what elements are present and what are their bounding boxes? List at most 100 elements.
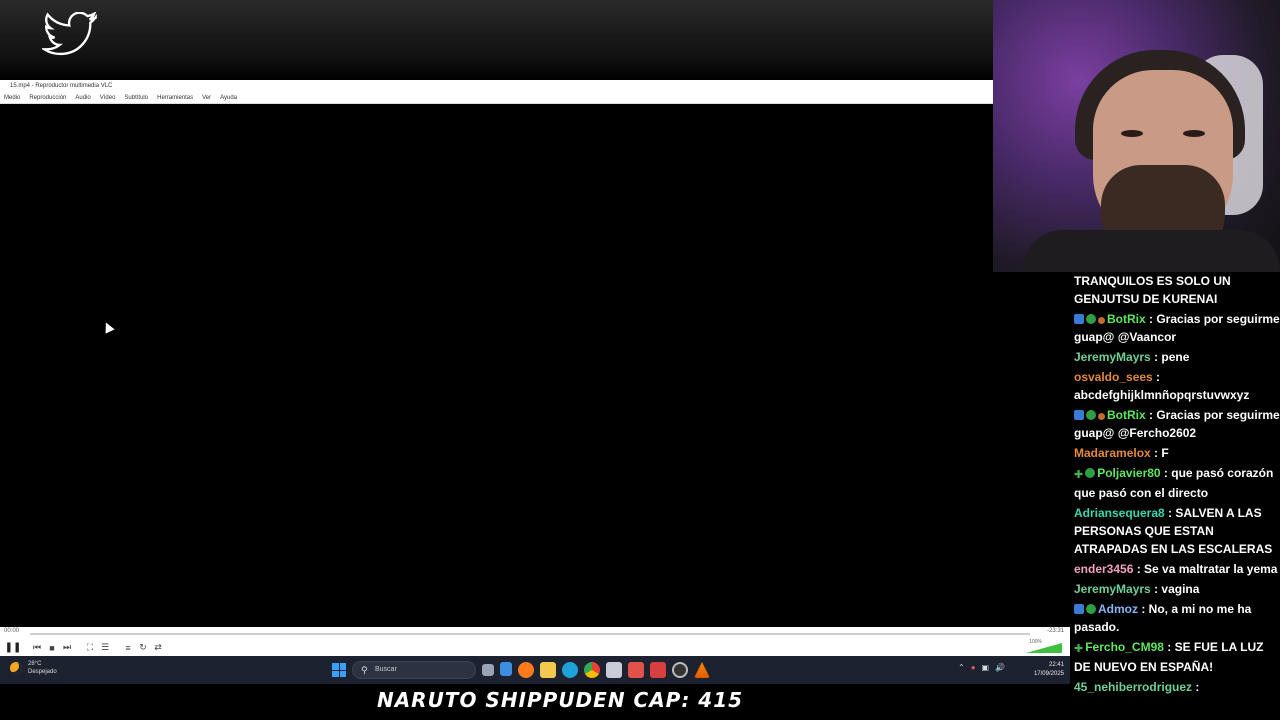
- chat-badge-icon: [1074, 604, 1084, 614]
- chat-message: BotRix : Gracias por seguirme guap@ @Vaa…: [1074, 312, 1280, 344]
- chat-message: ✚ Poljavier80 : que pasó corazón que pasó…: [1074, 466, 1274, 500]
- chat-badge-icon: [1086, 410, 1096, 420]
- pause-button[interactable]: ❚❚: [5, 642, 22, 654]
- firefox-icon[interactable]: [518, 662, 534, 678]
- time-remaining: -23:31: [1046, 628, 1064, 634]
- chat-message: TRANQUILOS ES SOLO UN GENJUTSU DE KURENA…: [1074, 272, 1280, 308]
- chat-text: pene: [1161, 350, 1190, 364]
- chat-badge-icon: [1086, 314, 1096, 324]
- weather-widget[interactable]: 28°C Despejado: [10, 660, 57, 676]
- plus-badge-icon: ✚: [1074, 643, 1084, 655]
- tray-chevron-icon[interactable]: ⌃: [958, 663, 965, 672]
- chat-badge-icon: [1074, 314, 1084, 324]
- chat-badge-icon: [1086, 604, 1096, 614]
- chat-username[interactable]: JeremyMayrs: [1074, 350, 1151, 364]
- windows-taskbar: 28°C Despejado ⚲ Buscar ⌃ ● ▣ 🔊 22:41 17…: [0, 656, 1070, 684]
- volume-slider[interactable]: 100%: [1022, 639, 1062, 653]
- seek-track[interactable]: [30, 633, 1030, 635]
- vlc-icon[interactable]: [694, 662, 710, 678]
- episode-title: NARUTO SHIPPUDEN CAP: 415: [376, 688, 744, 712]
- chat-message: Admoz : No, a mi no me ha pasado.: [1074, 602, 1252, 634]
- chat-message: ✚ Fercho_CM98 : SE FUE LA LUZ DE NUEVO EN…: [1074, 640, 1264, 674]
- chat-username[interactable]: Admoz: [1098, 602, 1138, 616]
- microphone-icon[interactable]: ●: [971, 663, 976, 672]
- chat-message: BotRix : Gracias por seguirme guap@ @Fer…: [1074, 408, 1280, 440]
- chat-text: Gracias por seguirme guap@ @Fercho2602: [1074, 408, 1280, 440]
- chat-text: F: [1161, 446, 1169, 460]
- chrome-icon[interactable]: [584, 662, 600, 678]
- vlc-title-bar: 15.mp4 - Reproductor multimedia VLC: [0, 80, 993, 92]
- chat-username[interactable]: Madaramelox: [1074, 446, 1151, 460]
- system-tray: ⌃ ● ▣ 🔊: [958, 663, 1005, 672]
- speaker-icon[interactable]: 🔊: [995, 663, 1005, 672]
- vlc-window-title: 15.mp4 - Reproductor multimedia VLC: [10, 83, 113, 89]
- app-red-icon[interactable]: [628, 662, 644, 678]
- file-explorer-icon[interactable]: [540, 662, 556, 678]
- chat-message: 45_nehiberrodriguez :: [1074, 680, 1200, 694]
- chat-message: Madaramelox : F: [1074, 446, 1169, 460]
- chat-username[interactable]: Fercho_CM98: [1085, 640, 1164, 654]
- vlc-window: 15.mp4 - Reproductor multimedia VLC Medi…: [0, 80, 1070, 656]
- app-obs-icon[interactable]: [672, 662, 688, 678]
- chat-text: vagina: [1161, 582, 1200, 596]
- remote-desktop-icon[interactable]: [606, 662, 622, 678]
- menu-subtitulo[interactable]: Subtítulo: [124, 92, 148, 103]
- chat-message: Adriansequera8 : SALVEN A LAS PERSONAS Q…: [1074, 506, 1273, 556]
- chat-message: ender3456 : Se va maltratar la yema: [1074, 562, 1278, 576]
- menu-reproduccion[interactable]: Reproducción: [29, 92, 66, 103]
- fullscreen-button[interactable]: ⛶: [84, 642, 96, 654]
- vlc-menu-bar: Medio Reproducción Audio Vídeo Subtítulo…: [0, 92, 993, 104]
- chat-username[interactable]: ender3456: [1074, 562, 1133, 576]
- chat-badge-icon: [1085, 468, 1096, 478]
- chat-badge-icon: [1098, 413, 1105, 420]
- menu-ayuda[interactable]: Ayuda: [220, 92, 237, 103]
- menu-herramientas[interactable]: Herramientas: [157, 92, 193, 103]
- menu-video[interactable]: Vídeo: [100, 92, 116, 103]
- playlist-button[interactable]: ≡: [122, 642, 134, 654]
- chat-message: JeremyMayrs : vagina: [1074, 582, 1200, 596]
- windows-start-icon[interactable]: [332, 663, 346, 677]
- chat-badge-icon: [1098, 317, 1105, 324]
- app-calendar-icon[interactable]: [650, 662, 666, 678]
- taskbar-apps: [482, 662, 710, 678]
- next-button[interactable]: ⏭: [61, 642, 73, 654]
- chat-username[interactable]: 45_nehiberrodriguez: [1074, 680, 1192, 694]
- stream-chat: TRANQUILOS ES SOLO UN GENJUTSU DE KURENA…: [1070, 272, 1280, 720]
- notepad-icon[interactable]: [500, 662, 512, 676]
- mouse-cursor-icon: [101, 320, 115, 334]
- webcam-feed: [993, 0, 1280, 272]
- stop-button[interactable]: ■: [46, 642, 58, 654]
- chat-message: osvaldo_sees : abcdefghijklmnñopqrstuvwx…: [1074, 370, 1250, 402]
- chat-username[interactable]: BotRix: [1107, 408, 1146, 422]
- chat-username[interactable]: JeremyMayrs: [1074, 582, 1151, 596]
- loop-button[interactable]: ↻: [137, 642, 149, 654]
- vlc-controls: ❚❚ ⏮ ■ ⏭ ⛶ ☰ ≡ ↻ ⇄ 100%: [0, 639, 1070, 656]
- chat-username[interactable]: osvaldo_sees: [1074, 370, 1153, 384]
- previous-button[interactable]: ⏮: [31, 642, 43, 654]
- chat-username[interactable]: Adriansequera8: [1074, 506, 1165, 520]
- menu-audio[interactable]: Audio: [75, 92, 90, 103]
- menu-medio[interactable]: Medio: [4, 92, 20, 103]
- stream-top-overlay: [0, 0, 993, 80]
- chat-text: Se va maltratar la yema: [1144, 562, 1278, 576]
- network-icon[interactable]: ▣: [982, 663, 990, 672]
- weather-desc: Despejado: [28, 669, 57, 675]
- search-placeholder: Buscar: [375, 666, 397, 673]
- video-area[interactable]: [0, 104, 993, 627]
- clock-date: 17/09/2025: [1033, 671, 1064, 677]
- task-view-icon[interactable]: [482, 664, 494, 676]
- taskbar-search[interactable]: ⚲ Buscar: [352, 661, 476, 679]
- extended-settings-button[interactable]: ☰: [99, 642, 111, 654]
- chat-text: TRANQUILOS ES SOLO UN GENJUTSU DE KURENA…: [1074, 274, 1231, 306]
- volume-level: [1026, 643, 1062, 653]
- search-icon: ⚲: [361, 665, 368, 675]
- streamer-shirt: [1023, 230, 1280, 272]
- seek-bar[interactable]: 00:00 -23:31: [0, 627, 1070, 639]
- chat-username[interactable]: BotRix: [1107, 312, 1146, 326]
- streamer-eye-left: [1121, 130, 1143, 137]
- taskbar-clock[interactable]: 22:41 17/09/2025: [1024, 661, 1064, 679]
- chat-username[interactable]: Poljavier80: [1097, 466, 1160, 480]
- edge-icon[interactable]: [562, 662, 578, 678]
- shuffle-button[interactable]: ⇄: [152, 642, 164, 654]
- menu-ver[interactable]: Ver: [202, 92, 211, 103]
